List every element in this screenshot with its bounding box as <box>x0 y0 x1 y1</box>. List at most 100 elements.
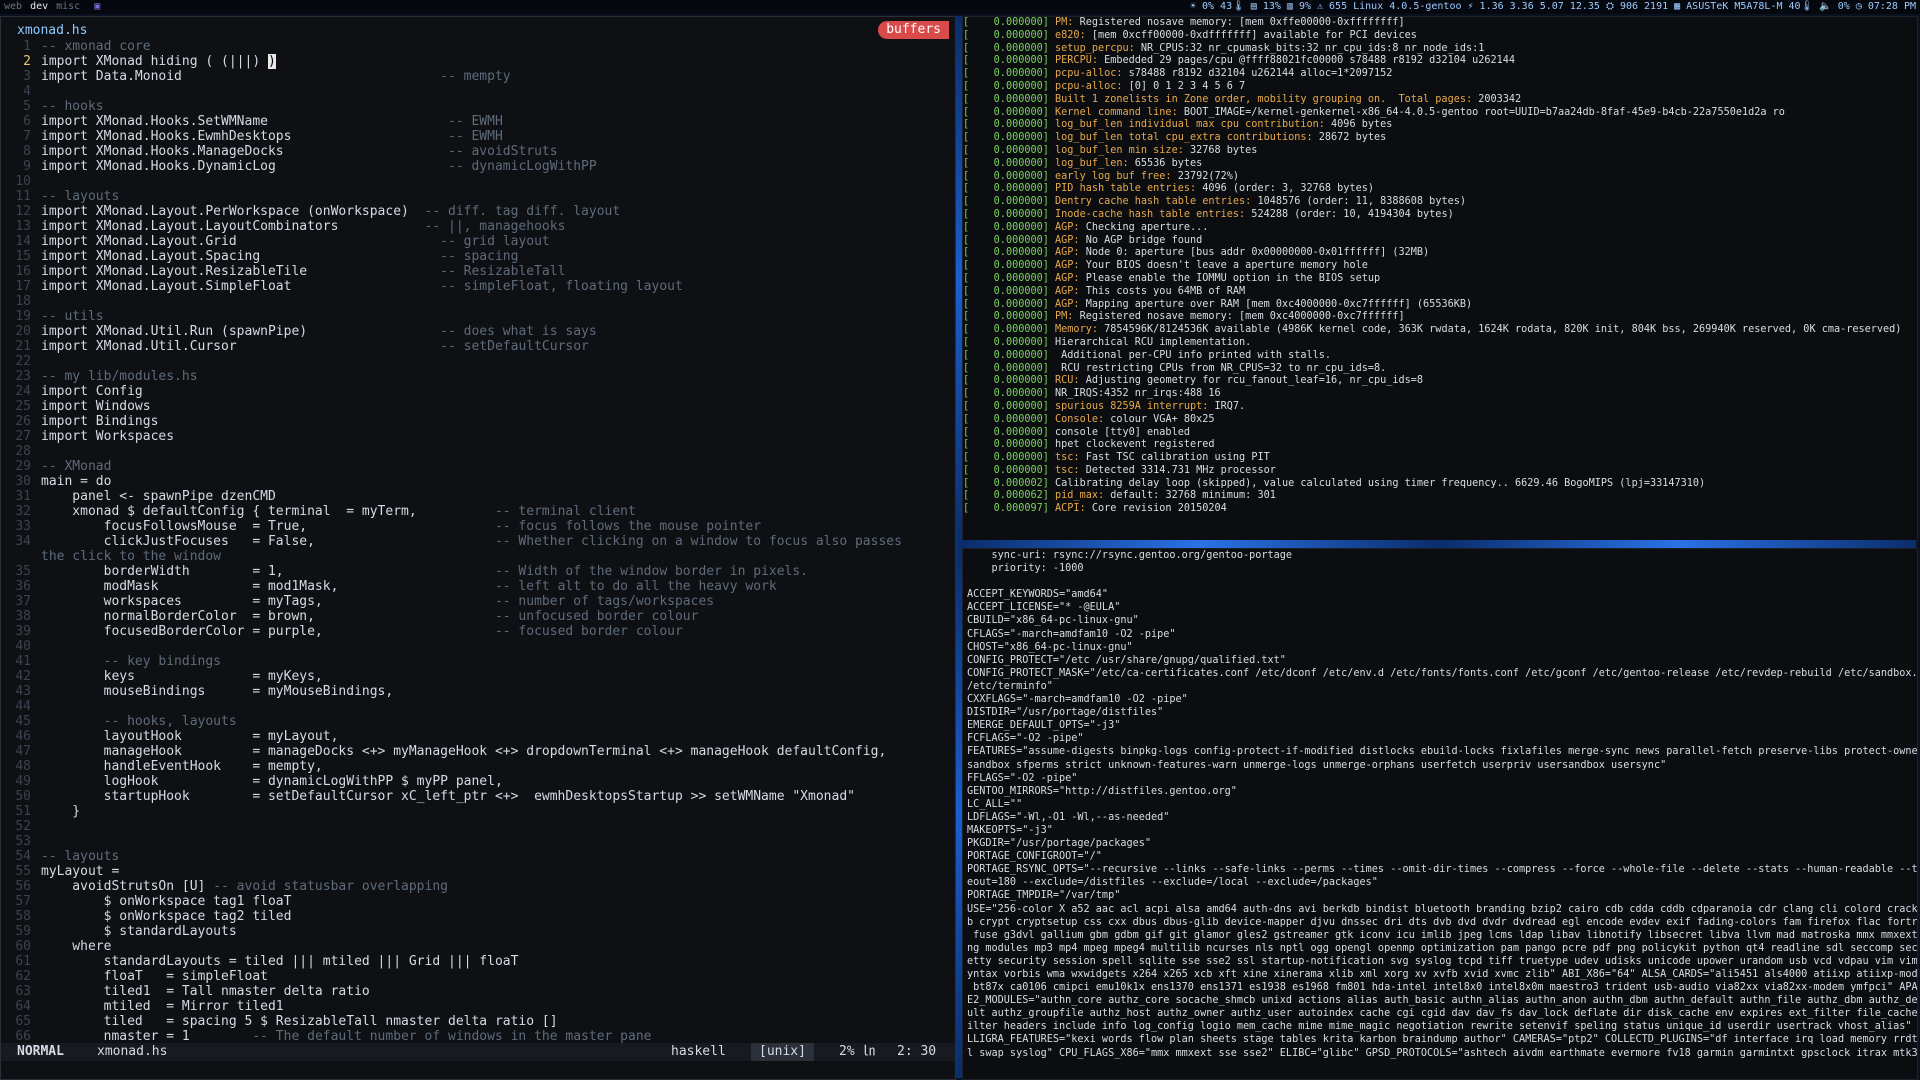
line-number: 34 <box>15 534 31 549</box>
code-line[interactable]: 62 floaT = simpleFloat <box>1 969 955 984</box>
log-subsystem: spurious 8259A interrupt: <box>1055 400 1209 412</box>
code-line[interactable]: 65 tiled = spacing 5 $ ResizableTall nma… <box>1 1014 955 1029</box>
emerge-info-terminal[interactable]: sync-uri: rsync://rsync.gentoo.org/gento… <box>962 548 1918 1080</box>
code-line[interactable]: 8 import XMonad.Hooks.ManageDocks -- avoi… <box>1 144 955 159</box>
line-number: 39 <box>15 624 31 639</box>
code-line[interactable]: 12 import XMonad.Layout.PerWorkspace (onW… <box>1 204 955 219</box>
code-line[interactable]: 66 nmaster = 1 -- The default number of … <box>1 1029 955 1044</box>
code-line[interactable]: the click to the window <box>1 549 955 564</box>
vim-editor-window[interactable]: xmonad.hs buffers 1 -- xmonad core 2 import… <box>0 16 956 1080</box>
code-line[interactable]: 16 import XMonad.Layout.ResizableTile -- … <box>1 264 955 279</box>
code-line[interactable]: 53 <box>1 834 955 849</box>
code-line[interactable]: 28 <box>1 444 955 459</box>
code-line[interactable]: 14 import XMonad.Layout.Grid -- grid layo… <box>1 234 955 249</box>
code-line[interactable]: 13 import XMonad.Layout.LayoutCombinators… <box>1 219 955 234</box>
code-line[interactable]: 7 import XMonad.Hooks.EwmhDesktops -- EWM… <box>1 129 955 144</box>
workspace-tag[interactable]: web <box>0 0 26 14</box>
code-line[interactable]: 60 where <box>1 939 955 954</box>
code-line[interactable]: 17 import XMonad.Layout.SimpleFloat -- si… <box>1 279 955 294</box>
code-line[interactable]: 47 manageHook = manageDocks <+> myManage… <box>1 744 955 759</box>
log-message: 65536 bytes <box>1128 157 1203 169</box>
bracket: ] <box>1042 55 1056 67</box>
code-line[interactable]: 39 focusedBorderColor = purple, -- focus… <box>1 624 955 639</box>
code-line[interactable]: 49 logHook = dynamicLogWithPP $ myPP pan… <box>1 774 955 789</box>
code-line[interactable]: 1 -- xmonad core <box>1 39 955 54</box>
code-line[interactable]: 21 import XMonad.Util.Cursor -- setDefaul… <box>1 339 955 354</box>
code-line[interactable]: 35 borderWidth = 1, -- Width of the wind… <box>1 564 955 579</box>
code-line[interactable]: 38 normalBorderColor = brown, -- unfocus… <box>1 609 955 624</box>
dmesg-terminal[interactable]: [ 0.000000] PM: Registered nosave memory… <box>962 16 1918 542</box>
code-line[interactable]: 6 import XMonad.Hooks.SetWMName -- EWMH <box>1 114 955 129</box>
code-line[interactable]: 55 myLayout = <box>1 864 955 879</box>
code-line[interactable]: 10 <box>1 174 955 189</box>
code-line[interactable]: 45 -- hooks, layouts <box>1 714 955 729</box>
code-line[interactable]: 19 -- utils <box>1 309 955 324</box>
code-line[interactable]: 30 main = do <box>1 474 955 489</box>
code-text: import XMonad.Layout.SimpleFloat <box>41 279 441 294</box>
code-line[interactable]: 43 mouseBindings = myMouseBindings, <box>1 684 955 699</box>
code-line[interactable]: 64 mtiled = Mirror tiled1 <box>1 999 955 1014</box>
code-line[interactable]: 48 handleEventHook = mempty, <box>1 759 955 774</box>
code-line[interactable]: 22 <box>1 354 955 369</box>
code-line[interactable]: 57 $ onWorkspace tag1 floaT <box>1 894 955 909</box>
log-subsystem: Memory: <box>1055 324 1098 336</box>
code-line[interactable]: 59 $ standardLayouts <box>1 924 955 939</box>
log-subsystem: AGP: <box>1055 260 1080 272</box>
code-line[interactable]: 5 -- hooks <box>1 99 955 114</box>
code-line[interactable]: 42 keys = myKeys, <box>1 669 955 684</box>
code-line[interactable]: 33 focusFollowsMouse = True, -- focus fo… <box>1 519 955 534</box>
bracket: [ <box>963 349 994 361</box>
code-text: import XMonad.Layout.PerWorkspace (onWor… <box>41 204 425 219</box>
code-line[interactable]: 61 standardLayouts = tiled ||| mtiled ||… <box>1 954 955 969</box>
code-line[interactable]: 56 avoidStrutsOn [U] -- avoid statusbar … <box>1 879 955 894</box>
code-text: import XMonad.Layout.LayoutCombinators <box>41 219 425 234</box>
code-line[interactable]: 52 <box>1 819 955 834</box>
bracket: ] <box>1042 439 1056 451</box>
workspace-tag[interactable]: dev <box>26 0 52 14</box>
code-line[interactable]: 27 import Workspaces <box>1 429 955 444</box>
buffers-indicator[interactable]: buffers <box>878 21 949 39</box>
bracket: ] <box>1042 208 1056 220</box>
file-tab[interactable]: xmonad.hs <box>17 23 87 38</box>
code-line[interactable]: 51 } <box>1 804 955 819</box>
code-line[interactable]: 23 -- my lib/modules.hs <box>1 369 955 384</box>
code-line[interactable]: 40 <box>1 639 955 654</box>
dmesg-line: [ 0.000000] e820: [mem 0xcff00000-0xdfff… <box>963 30 1917 43</box>
code-line[interactable]: 46 layoutHook = myLayout, <box>1 729 955 744</box>
code-line[interactable]: 32 xmonad $ defaultConfig { terminal = m… <box>1 504 955 519</box>
code-line[interactable]: 24 import Config <box>1 384 955 399</box>
log-subsystem: PM: <box>1055 17 1074 28</box>
code-area[interactable]: 1 -- xmonad core 2 import XMonad hiding ( (… <box>1 39 955 1044</box>
code-line[interactable]: 4 <box>1 84 955 99</box>
line-number: 42 <box>15 669 31 684</box>
code-line[interactable]: 58 $ onWorkspace tag2 tiled <box>1 909 955 924</box>
code-text: import XMonad.Layout.ResizableTile <box>41 264 441 279</box>
workspace-tag[interactable]: misc <box>52 0 84 14</box>
code-line[interactable]: 9 import XMonad.Hooks.DynamicLog -- dynam… <box>1 159 955 174</box>
code-line[interactable]: 36 modMask = mod1Mask, -- left alt to do… <box>1 579 955 594</box>
code-line[interactable]: 26 import Bindings <box>1 414 955 429</box>
code-line[interactable]: 25 import Windows <box>1 399 955 414</box>
line-number: 44 <box>15 699 31 714</box>
code-line[interactable]: 2 import XMonad hiding ( (|||) ) <box>1 54 955 69</box>
code-line[interactable]: 3 import Data.Monoid -- mempty <box>1 69 955 84</box>
line-number: 46 <box>15 729 31 744</box>
timestamp: 0.000000 <box>993 336 1043 348</box>
timestamp: 0.000000 <box>993 132 1043 144</box>
code-line[interactable]: 50 startupHook = setDefaultCursor xC_lef… <box>1 789 955 804</box>
bracket: [ <box>963 17 994 28</box>
code-line[interactable]: 11 -- layouts <box>1 189 955 204</box>
code-line[interactable]: 41 -- key bindings <box>1 654 955 669</box>
code-line[interactable]: 63 tiled1 = Tall nmaster delta ratio <box>1 984 955 999</box>
timestamp: 0.000000 <box>993 464 1043 476</box>
code-line[interactable]: 37 workspaces = myTags, -- number of tag… <box>1 594 955 609</box>
code-line[interactable]: 34 clickJustFocuses = False, -- Whether … <box>1 534 955 549</box>
code-line[interactable]: 15 import XMonad.Layout.Spacing -- spacin… <box>1 249 955 264</box>
code-line[interactable]: 29 -- XMonad <box>1 459 955 474</box>
dmesg-line: [ 0.000000] Memory: 7854596K/8124536K av… <box>963 324 1917 337</box>
code-line[interactable]: 54 -- layouts <box>1 849 955 864</box>
code-line[interactable]: 44 <box>1 699 955 714</box>
code-line[interactable]: 18 <box>1 294 955 309</box>
code-line[interactable]: 20 import XMonad.Util.Run (spawnPipe) -- … <box>1 324 955 339</box>
code-line[interactable]: 31 panel <- spawnPipe dzenCMD <box>1 489 955 504</box>
